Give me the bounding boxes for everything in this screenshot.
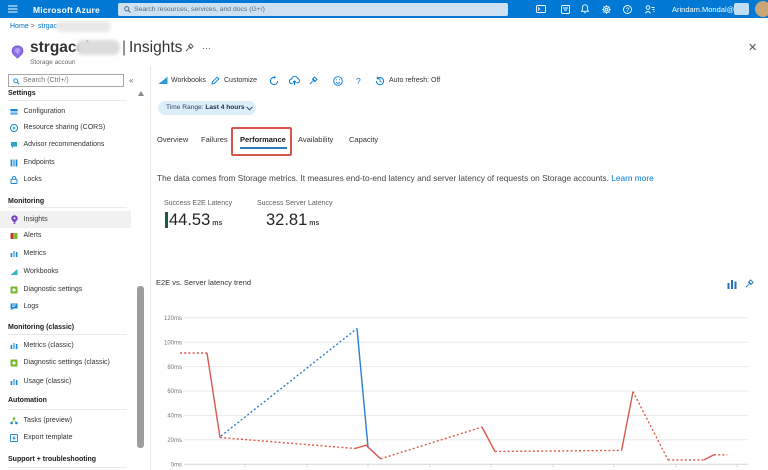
svg-text:80ms: 80ms xyxy=(167,365,182,371)
svg-text:20ms: 20ms xyxy=(167,438,182,444)
svg-text:?: ? xyxy=(626,6,630,13)
svg-text:0ms: 0ms xyxy=(171,462,182,468)
svg-text:120ms: 120ms xyxy=(164,316,182,322)
svg-text:100ms: 100ms xyxy=(164,340,182,346)
svg-text:60ms: 60ms xyxy=(167,389,182,395)
svg-text:40ms: 40ms xyxy=(167,414,182,420)
